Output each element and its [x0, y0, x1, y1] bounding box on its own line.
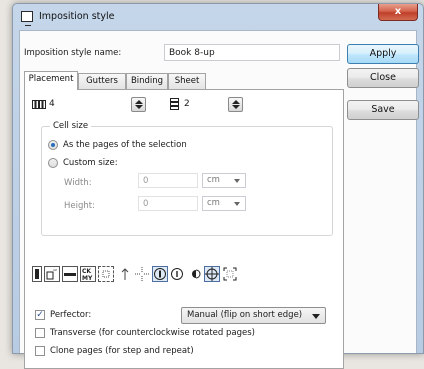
height-unit-select[interactable]: cm	[202, 196, 246, 211]
perfector-mode-value: Manual (flip on short edge)	[187, 310, 303, 320]
transverse-checkbox[interactable]	[35, 328, 45, 338]
chevron-down-icon	[234, 179, 240, 183]
page-orientation-icon[interactable]	[32, 266, 42, 282]
perfector-label: Perfector:	[50, 310, 92, 320]
perfector-checkbox[interactable]: ✓	[35, 310, 45, 320]
transverse-label: Transverse (for counterclockwise rotated…	[50, 328, 255, 338]
rows-spinner[interactable]	[228, 97, 243, 112]
radio-custom-size[interactable]	[48, 158, 58, 168]
width-label: Width:	[64, 178, 92, 188]
rows-value[interactable]: 2	[184, 99, 190, 109]
perfector-mode-select[interactable]: Manual (flip on short edge)	[181, 307, 326, 324]
imposition-style-dialog: Imposition style x Imposition style name…	[12, 3, 424, 369]
svg-text:MY: MY	[82, 275, 93, 281]
close-button[interactable]: Close	[347, 68, 419, 88]
flip-page-icon[interactable]: ¹²	[44, 266, 60, 282]
radio-as-pages[interactable]	[48, 140, 58, 150]
save-button[interactable]: Save	[347, 100, 419, 120]
svg-text:CK: CK	[82, 268, 91, 275]
frame-corners-icon[interactable]	[222, 266, 238, 282]
tab-sheet[interactable]: Sheet	[168, 73, 206, 89]
circle-i-icon[interactable]	[170, 266, 186, 282]
placement-panel: 4 2 Cell size As the pages of the select…	[24, 89, 344, 369]
svg-text:¹²: ¹²	[53, 269, 57, 275]
center-circle-icon[interactable]	[152, 266, 168, 282]
height-unit-value: cm	[207, 198, 220, 208]
height-label: Height:	[64, 201, 95, 211]
cell-size-title: Cell size	[50, 121, 92, 131]
chevron-down-icon	[234, 202, 240, 206]
radio-as-pages-label: As the pages of the selection	[63, 140, 187, 150]
rows-icon	[170, 98, 179, 110]
mirror-text-icon[interactable]: CK MY	[80, 266, 96, 282]
tab-gutters[interactable]: Gutters	[78, 73, 126, 89]
target-icon[interactable]	[204, 266, 220, 282]
dashed-frame-icon[interactable]	[98, 266, 114, 282]
style-name-label: Imposition style name:	[24, 48, 122, 58]
width-unit-value: cm	[207, 175, 220, 185]
window-title: Imposition style	[39, 11, 115, 22]
layout-toolbar: ¹² CK MY	[32, 266, 242, 284]
columns-spinner[interactable]	[131, 97, 146, 112]
radio-custom-size-label: Custom size:	[63, 158, 118, 168]
height-input[interactable]: 0	[138, 196, 198, 211]
tab-binding[interactable]: Binding	[126, 73, 168, 89]
chevron-down-icon	[312, 314, 320, 319]
apply-button[interactable]: Apply	[347, 44, 419, 64]
cell-size-group: Cell size As the pages of the selection …	[41, 121, 333, 236]
monitor-icon	[21, 11, 33, 26]
rotate-page-icon[interactable]	[62, 266, 78, 282]
width-unit-select[interactable]: cm	[202, 173, 246, 188]
window-close-button[interactable]: x	[378, 4, 418, 21]
columns-value[interactable]: 4	[49, 99, 55, 109]
dialog-body: Imposition style name: Apply Close Save …	[19, 30, 419, 369]
columns-icon	[32, 100, 46, 109]
width-input[interactable]: 0	[138, 173, 198, 188]
title-bar: Imposition style x	[13, 4, 423, 29]
tab-strip: Placement Gutters Binding Sheet	[24, 71, 324, 90]
gutter-arrow-icon[interactable]	[118, 266, 134, 282]
crop-marks-icon[interactable]	[134, 266, 150, 282]
clone-pages-checkbox[interactable]	[35, 346, 45, 356]
style-name-input[interactable]	[164, 44, 340, 61]
clone-pages-label: Clone pages (for step and repeat)	[50, 346, 194, 356]
tab-placement[interactable]: Placement	[24, 71, 78, 90]
